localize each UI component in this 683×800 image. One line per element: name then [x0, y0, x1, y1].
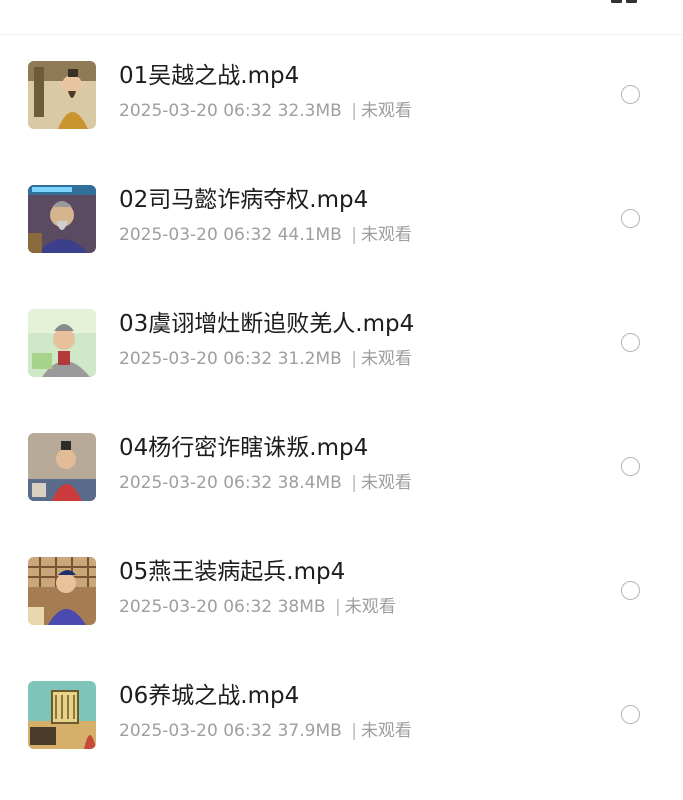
select-radio[interactable] — [621, 457, 640, 476]
separator: | — [351, 721, 357, 741]
separator: | — [334, 597, 341, 617]
file-title: 02司马懿诈病夺权.mp4 — [119, 187, 369, 213]
file-title: 03虞诩增灶断追败羌人.mp4 — [119, 311, 415, 337]
file-size: 37.9MB — [277, 721, 342, 741]
file-datetime: 2025-03-20 06:32 — [119, 721, 273, 741]
watch-status: 未观看 — [360, 473, 412, 493]
file-datetime: 2025-03-20 06:32 — [119, 349, 273, 369]
file-title: 06养城之战.mp4 — [119, 683, 300, 709]
file-datetime: 2025-03-20 06:32 — [119, 101, 273, 121]
separator: | — [351, 473, 357, 493]
select-radio[interactable] — [621, 705, 640, 724]
file-size: 31.2MB — [277, 349, 342, 369]
watch-status: 未观看 — [360, 101, 412, 121]
watch-status: 未观看 — [360, 225, 412, 245]
separator: | — [351, 225, 357, 245]
list-item[interactable]: 03虞诩增灶断追败羌人.mp4 2025-03-20 06:32 31.2MB … — [0, 283, 683, 407]
separator: | — [351, 101, 357, 121]
file-datetime: 2025-03-20 06:32 — [119, 473, 273, 493]
watch-status: 未观看 — [360, 349, 412, 369]
list-item[interactable]: 06养城之战.mp4 2025-03-20 06:32 37.9MB | 未观看 — [0, 655, 683, 779]
video-thumbnail — [28, 681, 96, 749]
file-size: 44.1MB — [277, 225, 342, 245]
file-meta: 2025-03-20 06:32 44.1MB | 未观看 — [119, 224, 412, 246]
file-datetime: 2025-03-20 06:32 — [119, 225, 273, 245]
file-size: 38MB — [277, 597, 326, 617]
select-radio[interactable] — [621, 333, 640, 352]
video-thumbnail — [28, 185, 96, 253]
watch-status: 未观看 — [344, 597, 396, 617]
select-radio[interactable] — [621, 581, 640, 600]
file-meta: 2025-03-20 06:32 38MB | 未观看 — [119, 596, 396, 618]
list-item[interactable]: 04杨行密诈瞎诛叛.mp4 2025-03-20 06:32 38.4MB | 未… — [0, 407, 683, 531]
video-list: 01吴越之战.mp4 2025-03-20 06:32 32.3MB | 未观看 … — [0, 0, 683, 800]
video-thumbnail — [28, 433, 96, 501]
file-datetime: 2025-03-20 06:32 — [119, 597, 273, 617]
file-meta: 2025-03-20 06:32 38.4MB | 未观看 — [119, 472, 412, 494]
file-title: 04杨行密诈瞎诛叛.mp4 — [119, 435, 369, 461]
file-meta: 2025-03-20 06:32 32.3MB | 未观看 — [119, 100, 412, 122]
file-size: 32.3MB — [277, 101, 342, 121]
file-meta: 2025-03-20 06:32 31.2MB | 未观看 — [119, 348, 412, 370]
list-item[interactable]: 02司马懿诈病夺权.mp4 2025-03-20 06:32 44.1MB | 未… — [0, 159, 683, 283]
separator: | — [351, 349, 357, 369]
file-size: 38.4MB — [277, 473, 342, 493]
video-thumbnail — [28, 61, 96, 129]
select-radio[interactable] — [621, 209, 640, 228]
list-item[interactable]: 01吴越之战.mp4 2025-03-20 06:32 32.3MB | 未观看 — [0, 35, 683, 159]
select-radio[interactable] — [621, 85, 640, 104]
file-title: 05燕王装病起兵.mp4 — [119, 559, 346, 585]
file-title: 01吴越之战.mp4 — [119, 63, 300, 89]
watch-status: 未观看 — [360, 721, 412, 741]
file-meta: 2025-03-20 06:32 37.9MB | 未观看 — [119, 720, 412, 742]
video-thumbnail — [28, 309, 96, 377]
list-item[interactable]: 05燕王装病起兵.mp4 2025-03-20 06:32 38MB | 未观看 — [0, 531, 683, 655]
video-thumbnail — [28, 557, 96, 625]
